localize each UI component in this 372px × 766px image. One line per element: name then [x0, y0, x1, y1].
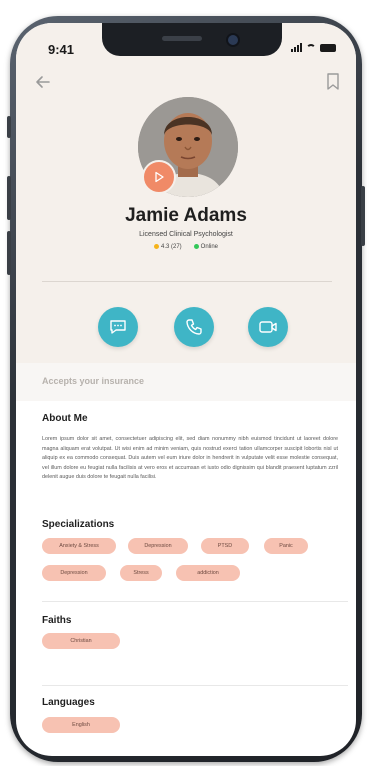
header-divider [42, 281, 332, 282]
section-divider [42, 685, 348, 686]
therapist-name: Jamie Adams [125, 205, 247, 226]
profile-meta: 4.3 (27) Online [16, 244, 356, 250]
power-button [361, 186, 365, 246]
video-icon [259, 321, 277, 333]
wifi-icon [306, 44, 316, 52]
faith-chip[interactable]: Christian [42, 633, 120, 649]
phone-icon [186, 319, 202, 335]
play-icon [155, 171, 164, 183]
battery-icon [320, 44, 336, 52]
message-button[interactable] [98, 307, 138, 347]
about-heading: About Me [42, 413, 88, 424]
therapist-title: Licensed Clinical Psychologist [139, 231, 233, 238]
volume-up-button [7, 176, 11, 220]
call-button[interactable] [174, 307, 214, 347]
faiths-heading: Faiths [42, 615, 72, 626]
specialization-chip[interactable]: Stress [120, 565, 162, 581]
online-dot-icon [193, 244, 199, 249]
about-text: Lorem ipsum dolor sit amet, consectetuer… [42, 436, 338, 481]
silent-switch [7, 116, 11, 138]
front-camera [226, 33, 240, 47]
rating-value: 4.3 (27) [160, 244, 182, 251]
rating: 4.3 (27) [153, 244, 182, 251]
arrow-left-icon[interactable] [34, 73, 52, 91]
insurance-banner: Accepts your insurance [16, 363, 356, 401]
language-chip[interactable]: English [42, 717, 120, 733]
languages-heading: Languages [42, 697, 95, 708]
specialization-chip[interactable]: PTSD [201, 538, 249, 554]
specialization-chip[interactable]: Depression [128, 538, 188, 554]
app-screen: 9:41 Jamie Adams Licensed Clinical Psych… [16, 23, 356, 756]
section-divider [42, 601, 348, 602]
specialization-chip[interactable]: Anxiety & Stress [42, 538, 116, 554]
status-icons [291, 43, 336, 52]
specialization-chip[interactable]: Depression [42, 565, 106, 581]
phone-notch [102, 23, 282, 56]
presence-label: Online [200, 244, 219, 251]
presence: Online [193, 244, 219, 251]
insurance-label: Accepts your insurance [42, 376, 145, 386]
status-time: 9:41 [48, 42, 75, 57]
specialization-chip[interactable]: Panic [264, 538, 308, 554]
star-icon [153, 244, 159, 249]
play-video-button[interactable] [142, 160, 176, 194]
bookmark-icon[interactable] [326, 73, 340, 91]
chat-icon [110, 320, 126, 334]
specialization-chip[interactable]: addiction [176, 565, 240, 581]
speaker-grille [162, 36, 202, 41]
volume-down-button [7, 231, 11, 275]
signal-icon [291, 43, 302, 52]
video-call-button[interactable] [248, 307, 288, 347]
specializations-heading: Specializations [42, 519, 115, 530]
